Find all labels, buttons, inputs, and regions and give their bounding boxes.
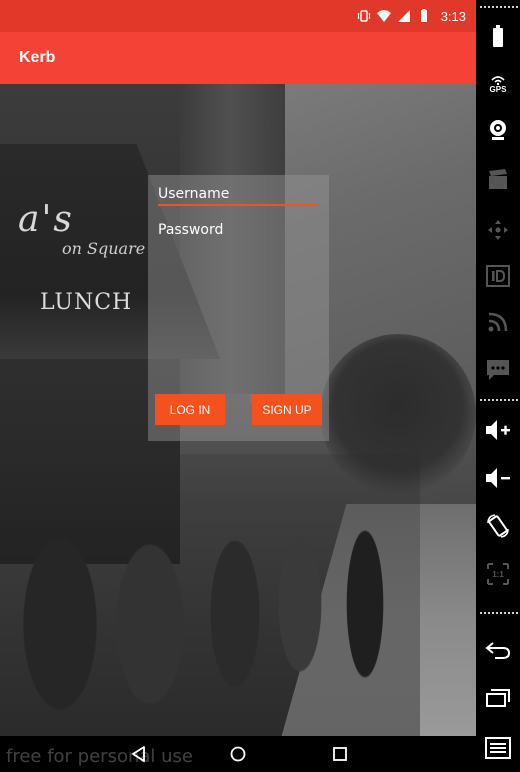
toolbar-rotate-button[interactable] [476,506,520,546]
login-button[interactable]: LOG IN [155,394,225,425]
awning-lunch-text: LUNCH [40,290,133,315]
gps-label: GPS [489,84,507,94]
app-bar: Kerb [0,32,476,84]
volume-down-icon [486,468,510,488]
wifi-icon [376,10,391,22]
toolbar-divider [480,399,518,401]
toolbar-scale-button[interactable]: 1:1 [476,554,520,594]
media-icon [489,169,507,189]
recents-icon [486,689,510,707]
toolbar-divider [480,6,518,8]
battery-icon [493,25,503,47]
menu-icon [485,737,511,759]
toolbar-dpad-button[interactable] [476,210,520,250]
toolbar-volume-up-button[interactable] [476,410,520,450]
sms-icon [487,360,509,380]
toolbar-divider [480,612,518,614]
toolbar-camera-button[interactable] [476,110,520,150]
password-input[interactable] [158,219,318,241]
toolbar-battery-button[interactable] [476,16,520,56]
toolbar-gps-button[interactable]: GPS [476,64,520,104]
toolbar-volume-down-button[interactable] [476,458,520,498]
toolbar-back-button[interactable] [476,630,520,670]
login-panel: LOG IN SIGN UP [148,175,329,441]
awning-sign-text: a's [18,199,74,240]
rss-icon [488,312,508,332]
back-icon [485,642,511,659]
nav-recents-icon[interactable] [332,746,348,762]
battery-icon [420,9,427,22]
status-bar: 3:13 [0,0,476,32]
signal-icon [397,10,410,22]
status-icons: 3:13 [357,6,466,26]
volume-up-icon [486,420,510,440]
toolbar-sms-button[interactable] [476,350,520,390]
app-title: Kerb [19,49,56,66]
id-icon [486,265,510,287]
rotate-icon [487,514,509,538]
photo-crowd [0,454,420,736]
vibrate-icon [357,10,370,22]
status-clock: 3:13 [440,8,466,24]
device-screen: 3:13 Kerb a's on Square LUNCH LOG IN SIG… [0,0,476,772]
toolbar-media-button[interactable] [476,160,520,200]
toolbar-menu-button[interactable] [476,728,520,768]
dpad-icon [488,220,508,240]
nav-home-icon[interactable] [229,745,247,763]
scale-icon: 1:1 [487,563,509,585]
signup-button[interactable]: SIGN UP [252,394,322,425]
toolbar-id-button[interactable] [476,256,520,296]
toolbar-rss-button[interactable] [476,302,520,342]
username-input[interactable] [158,184,318,206]
camera-icon [490,120,506,140]
emulator-toolbar: GPS 1:1 [476,0,520,772]
svg-text:1:1: 1:1 [492,570,504,579]
gps-icon [491,75,505,85]
watermark-text: free for personal use [6,746,193,767]
awning-sign-subtext: on Square [62,239,146,258]
toolbar-recents-button[interactable] [476,678,520,718]
